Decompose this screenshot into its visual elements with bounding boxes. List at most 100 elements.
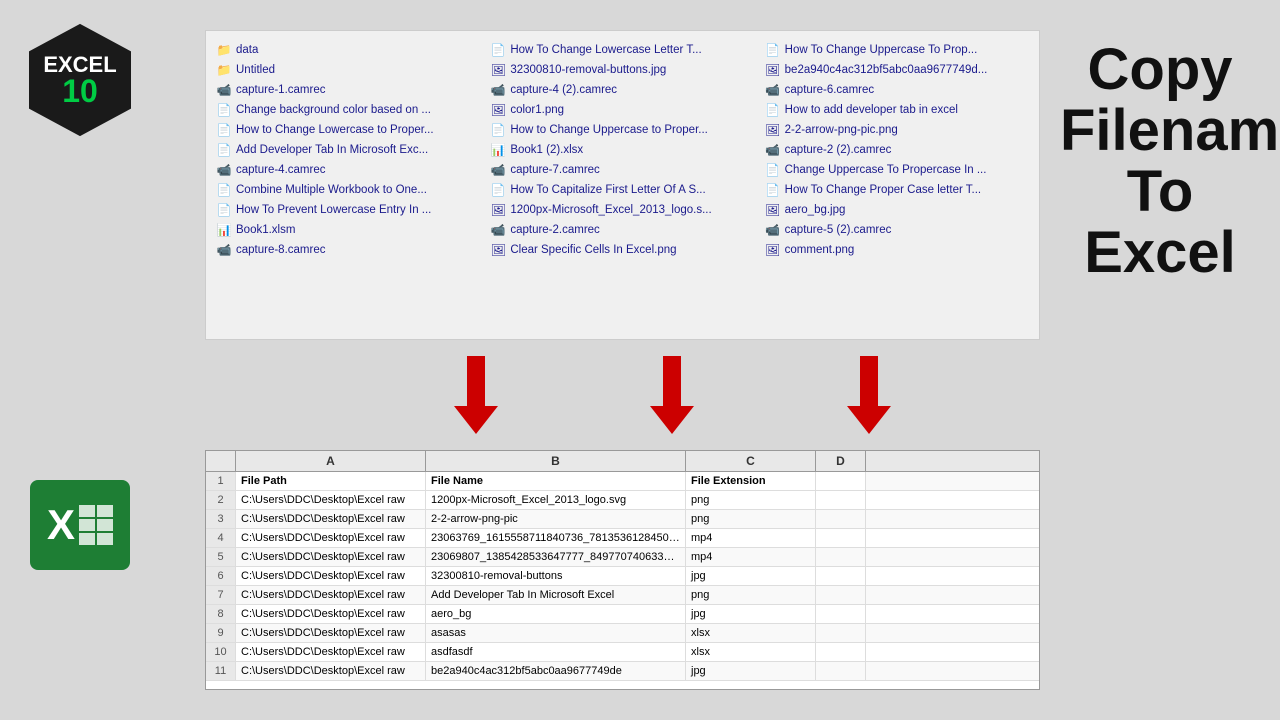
table-row: 6 C:\Users\DDC\Desktop\Excel raw 3230081… [206, 567, 1039, 586]
cell-path: C:\Users\DDC\Desktop\Excel raw [236, 643, 426, 661]
camrec-file-icon: 📹 [765, 82, 781, 98]
left-branding: EXCEL 10 X [20, 20, 140, 570]
cell-file-ext-header: File Extension [686, 472, 816, 490]
excel-file-icon: 📄 [216, 202, 232, 218]
cell-path: C:\Users\DDC\Desktop\Excel raw [236, 548, 426, 566]
camrec-file-icon: 📹 [765, 142, 781, 158]
table-row: 3 C:\Users\DDC\Desktop\Excel raw 2-2-arr… [206, 510, 1039, 529]
table-row: 1 File Path File Name File Extension [206, 472, 1039, 491]
excel-file-icon: 📄 [216, 142, 232, 158]
excel-file-icon: 📄 [216, 122, 232, 138]
cell-ext: jpg [686, 605, 816, 623]
image-file-icon: 🖼 [765, 202, 781, 218]
cell-d-header [816, 472, 866, 490]
table-row: 5 C:\Users\DDC\Desktop\Excel raw 2306980… [206, 548, 1039, 567]
list-item: 📊 Book1 (2).xlsx [490, 141, 754, 159]
cell-d [816, 491, 866, 509]
list-item: 📄 Change background color based on ... [216, 101, 480, 119]
list-item: 📹 capture-8.camrec [216, 241, 480, 259]
row-number: 8 [206, 605, 236, 623]
cell-path: C:\Users\DDC\Desktop\Excel raw [236, 624, 426, 642]
spreadsheet: A B C D 1 File Path File Name File Exten… [205, 450, 1040, 690]
excel-file-icon: 📄 [490, 122, 506, 138]
row-number: 1 [206, 472, 236, 490]
excel-file-icon: 📄 [765, 42, 781, 58]
cell-ext: xlsx [686, 624, 816, 642]
row-number: 6 [206, 567, 236, 585]
title-line-to: To [1060, 162, 1260, 223]
cell-file-name-header: File Name [426, 472, 686, 490]
cell-filename: 32300810-removal-buttons [426, 567, 686, 585]
list-item: 📹 capture-4 (2).camrec [490, 81, 754, 99]
table-row: 9 C:\Users\DDC\Desktop\Excel raw asasas … [206, 624, 1039, 643]
camrec-file-icon: 📹 [216, 162, 232, 178]
cell-path: C:\Users\DDC\Desktop\Excel raw [236, 529, 426, 547]
folder-icon: 📁 [216, 62, 232, 78]
cell-filename: Add Developer Tab In Microsoft Excel [426, 586, 686, 604]
camrec-file-icon: 📹 [490, 82, 506, 98]
cell-path: C:\Users\DDC\Desktop\Excel raw [236, 586, 426, 604]
excel-file-icon: 📄 [765, 182, 781, 198]
image-file-icon: 🖼 [765, 122, 781, 138]
list-item: 📹 capture-2 (2).camrec [765, 141, 1029, 159]
col-header-a: A [236, 451, 426, 471]
list-item: 📹 capture-2.camrec [490, 221, 754, 239]
table-row: 7 C:\Users\DDC\Desktop\Excel raw Add Dev… [206, 586, 1039, 605]
row-number: 7 [206, 586, 236, 604]
table-row: 2 C:\Users\DDC\Desktop\Excel raw 1200px-… [206, 491, 1039, 510]
list-item: 📹 capture-1.camrec [216, 81, 480, 99]
list-item: 🖼 be2a940c4ac312bf5abc0aa9677749d... [765, 61, 1029, 79]
file-explorer-panel: 📁 data 📄 How To Change Lowercase Letter … [205, 30, 1040, 340]
col-header-c: C [686, 451, 816, 471]
row-number: 3 [206, 510, 236, 528]
list-item: 📄 Combine Multiple Workbook to One... [216, 181, 480, 199]
cell-ext: png [686, 491, 816, 509]
camrec-file-icon: 📹 [765, 222, 781, 238]
excel-app-icon: X [30, 480, 130, 570]
list-item: 📊 Book1.xlsm [216, 221, 480, 239]
camrec-file-icon: 📹 [216, 242, 232, 258]
list-item: 📄 Add Developer Tab In Microsoft Exc... [216, 141, 480, 159]
title-line-filename: Filename [1060, 101, 1260, 162]
cell-path: C:\Users\DDC\Desktop\Excel raw [236, 491, 426, 509]
row-number: 5 [206, 548, 236, 566]
cell-d [816, 605, 866, 623]
list-item: 📄 How to add developer tab in excel [765, 101, 1029, 119]
row-number: 2 [206, 491, 236, 509]
list-item: 🖼 2-2-arrow-png-pic.png [765, 121, 1029, 139]
col-header-b: B [426, 451, 686, 471]
title-line-excel: Excel [1060, 223, 1260, 284]
folder-icon: 📁 [216, 42, 232, 58]
excel-file-icon: 📄 [490, 42, 506, 58]
cell-d [816, 643, 866, 661]
excel-grid [79, 505, 113, 545]
list-item: 📁 data [216, 41, 480, 59]
cell-path: C:\Users\DDC\Desktop\Excel raw [236, 510, 426, 528]
list-item: 📁 Untitled [216, 61, 480, 79]
cell-ext: png [686, 586, 816, 604]
list-item: 📹 capture-7.camrec [490, 161, 754, 179]
table-row: 10 C:\Users\DDC\Desktop\Excel raw asdfas… [206, 643, 1039, 662]
list-item: 🖼 aero_bg.jpg [765, 201, 1029, 219]
cell-ext: mp4 [686, 529, 816, 547]
cell-ext: png [686, 510, 816, 528]
cell-filename: 1200px-Microsoft_Excel_2013_logo.svg [426, 491, 686, 509]
title-line-copy: Copy [1060, 40, 1260, 101]
arrow-to-col-b [650, 356, 694, 434]
cell-ext: jpg [686, 662, 816, 680]
cell-d [816, 624, 866, 642]
image-file-icon: 🖼 [765, 242, 781, 258]
arrows-section [205, 355, 1040, 435]
file-grid: 📁 data 📄 How To Change Lowercase Letter … [216, 41, 1029, 259]
table-row: 11 C:\Users\DDC\Desktop\Excel raw be2a94… [206, 662, 1039, 681]
excel-file-icon: 📄 [765, 162, 781, 178]
image-file-icon: 🖼 [490, 202, 506, 218]
cell-path: C:\Users\DDC\Desktop\Excel raw [236, 662, 426, 680]
cell-filename: 2-2-arrow-png-pic [426, 510, 686, 528]
cell-ext: jpg [686, 567, 816, 585]
cell-d [816, 510, 866, 528]
cell-d [816, 586, 866, 604]
excel-file-icon: 📄 [490, 182, 506, 198]
excel-x-letter: X [47, 501, 75, 549]
column-headers: A B C D [206, 451, 1039, 472]
